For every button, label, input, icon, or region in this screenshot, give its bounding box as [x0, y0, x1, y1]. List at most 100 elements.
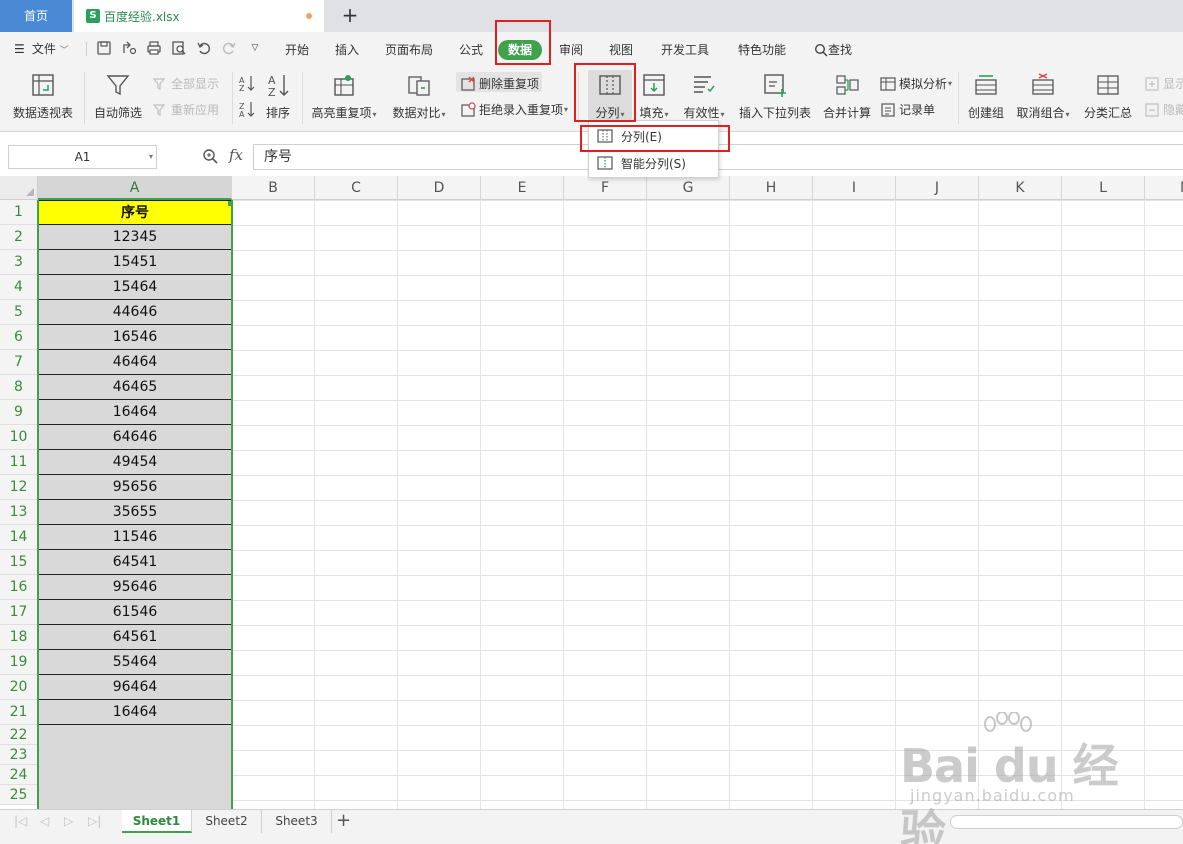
header-cell-a1[interactable]: 序号 — [38, 200, 232, 225]
tab-data[interactable]: 数据 — [498, 40, 543, 60]
next-sheet-icon[interactable]: ▷ — [64, 814, 73, 828]
row-header[interactable]: 16 — [0, 575, 38, 600]
column-header-e[interactable]: E — [481, 176, 564, 200]
save-icon[interactable] — [96, 40, 112, 56]
row-header[interactable]: 8 — [0, 375, 38, 400]
tab-page-layout[interactable]: 页面布局 — [384, 40, 434, 60]
prev-sheet-icon[interactable]: ◁ — [40, 814, 49, 828]
row-header[interactable]: 7 — [0, 350, 38, 375]
first-sheet-icon[interactable]: |◁ — [14, 814, 27, 828]
data-cell[interactable]: 11546 — [38, 525, 232, 550]
column-header-k[interactable]: K — [979, 176, 1062, 200]
column-header-j[interactable]: J — [896, 176, 979, 200]
row-header[interactable]: 18 — [0, 625, 38, 650]
menu-item-smart-split[interactable]: 智能分列(S) — [589, 150, 718, 176]
pivot-table-button[interactable]: 数据透视表 — [10, 72, 76, 121]
row-header[interactable]: 23 — [0, 745, 38, 765]
column-header-a[interactable]: A — [38, 176, 232, 200]
column-header-d[interactable]: D — [398, 176, 481, 200]
print-preview-icon[interactable] — [171, 40, 187, 56]
row-header[interactable]: 25 — [0, 785, 38, 805]
data-cell[interactable]: 61546 — [38, 600, 232, 625]
data-cell[interactable]: 49454 — [38, 450, 232, 475]
row-header[interactable]: 4 — [0, 275, 38, 300]
data-cell[interactable]: 46464 — [38, 350, 232, 375]
tab-formula[interactable]: 公式 — [458, 40, 484, 60]
print-icon[interactable] — [146, 40, 162, 56]
data-cell[interactable]: 64646 — [38, 425, 232, 450]
sheet-tab-1[interactable]: Sheet1 — [122, 810, 192, 833]
reapply-button[interactable]: 重新应用 — [152, 101, 219, 118]
zoom-icon[interactable] — [202, 148, 218, 164]
what-if-analysis-button[interactable]: 模拟分析 ▾ — [880, 75, 952, 92]
tab-start[interactable]: 开始 — [284, 40, 310, 60]
row-header[interactable]: 21 — [0, 700, 38, 725]
row-header[interactable]: 5 — [0, 300, 38, 325]
row-header[interactable]: 3 — [0, 250, 38, 275]
record-form-button[interactable]: 记录单 — [880, 101, 935, 118]
sort-ascending-icon[interactable]: AZ — [238, 74, 256, 92]
row-header[interactable]: 10 — [0, 425, 38, 450]
subtotal-button[interactable]: 分类汇总 — [1082, 72, 1134, 121]
search-button[interactable]: 查找 — [814, 40, 858, 60]
validity-button[interactable]: 有效性▾ — [680, 72, 728, 121]
data-cell[interactable]: 35655 — [38, 500, 232, 525]
data-cell[interactable]: 64561 — [38, 625, 232, 650]
data-cell[interactable]: 95646 — [38, 575, 232, 600]
fill-button[interactable]: 填充▾ — [636, 72, 672, 121]
redo-icon[interactable] — [221, 40, 237, 56]
row-header[interactable]: 12 — [0, 475, 38, 500]
column-header-f[interactable]: F — [564, 176, 647, 200]
autofilter-button[interactable]: 自动筛选 — [92, 72, 144, 121]
selection-handle[interactable] — [228, 201, 233, 206]
undo-icon[interactable] — [196, 40, 212, 56]
chevron-down-icon[interactable]: ▾ — [149, 146, 153, 168]
tab-document[interactable]: S 百度经验.xlsx — [74, 0, 324, 32]
consolidate-button[interactable]: 合并计算 — [820, 72, 874, 121]
row-header[interactable]: 6 — [0, 325, 38, 350]
sheet-tab-2[interactable]: Sheet2 — [192, 810, 262, 833]
tab-special[interactable]: 特色功能 — [737, 40, 787, 60]
column-header-i[interactable]: I — [813, 176, 896, 200]
tab-developer[interactable]: 开发工具 — [660, 40, 710, 60]
data-cell[interactable]: 55464 — [38, 650, 232, 675]
data-cell[interactable]: 16464 — [38, 400, 232, 425]
column-header-c[interactable]: C — [315, 176, 398, 200]
column-header-l[interactable]: L — [1062, 176, 1145, 200]
column-header-g[interactable]: G — [647, 176, 730, 200]
tab-home[interactable]: 首页 — [0, 0, 72, 32]
column-header-b[interactable]: B — [232, 176, 315, 200]
row-header[interactable]: 19 — [0, 650, 38, 675]
row-header[interactable]: 15 — [0, 550, 38, 575]
row-header[interactable]: 14 — [0, 525, 38, 550]
sheet-tab-3[interactable]: Sheet3 — [262, 810, 332, 833]
tab-insert[interactable]: 插入 — [334, 40, 360, 60]
data-cell[interactable]: 15451 — [38, 250, 232, 275]
name-box[interactable]: A1 ▾ — [8, 145, 157, 169]
create-group-button[interactable]: 创建组 — [964, 72, 1008, 121]
data-cell[interactable]: 44646 — [38, 300, 232, 325]
hide-detail-button[interactable]: 隐藏 — [1144, 101, 1183, 118]
row-header[interactable]: 1 — [0, 200, 38, 225]
insert-dropdown-list-button[interactable]: 插入下拉列表 — [736, 72, 814, 121]
add-sheet-icon[interactable]: + — [336, 810, 351, 832]
sort-button[interactable]: AZ 排序 — [262, 72, 294, 121]
insert-function-icon[interactable]: fx — [229, 146, 243, 164]
menu-item-split[interactable]: 分列(E) — [589, 123, 718, 149]
tab-review[interactable]: 审阅 — [558, 40, 584, 60]
row-header[interactable]: 11 — [0, 450, 38, 475]
data-cell[interactable]: 15464 — [38, 275, 232, 300]
data-cell[interactable]: 95656 — [38, 475, 232, 500]
data-compare-button[interactable]: 数据对比▾ — [388, 72, 450, 121]
row-header[interactable]: 9 — [0, 400, 38, 425]
reject-duplicates-button[interactable]: 拒绝录入重复项 ▾ — [460, 101, 568, 118]
data-cell[interactable]: 16464 — [38, 700, 232, 725]
export-icon[interactable] — [121, 40, 137, 56]
highlight-duplicates-button[interactable]: 高亮重复项▾ — [308, 72, 380, 121]
data-cell[interactable]: 16546 — [38, 325, 232, 350]
data-cell[interactable]: 64541 — [38, 550, 232, 575]
show-all-button[interactable]: 全部显示 — [152, 75, 219, 92]
sort-descending-icon[interactable]: ZA — [238, 100, 256, 118]
data-cell[interactable]: 12345 — [38, 225, 232, 250]
row-header[interactable]: 20 — [0, 675, 38, 700]
